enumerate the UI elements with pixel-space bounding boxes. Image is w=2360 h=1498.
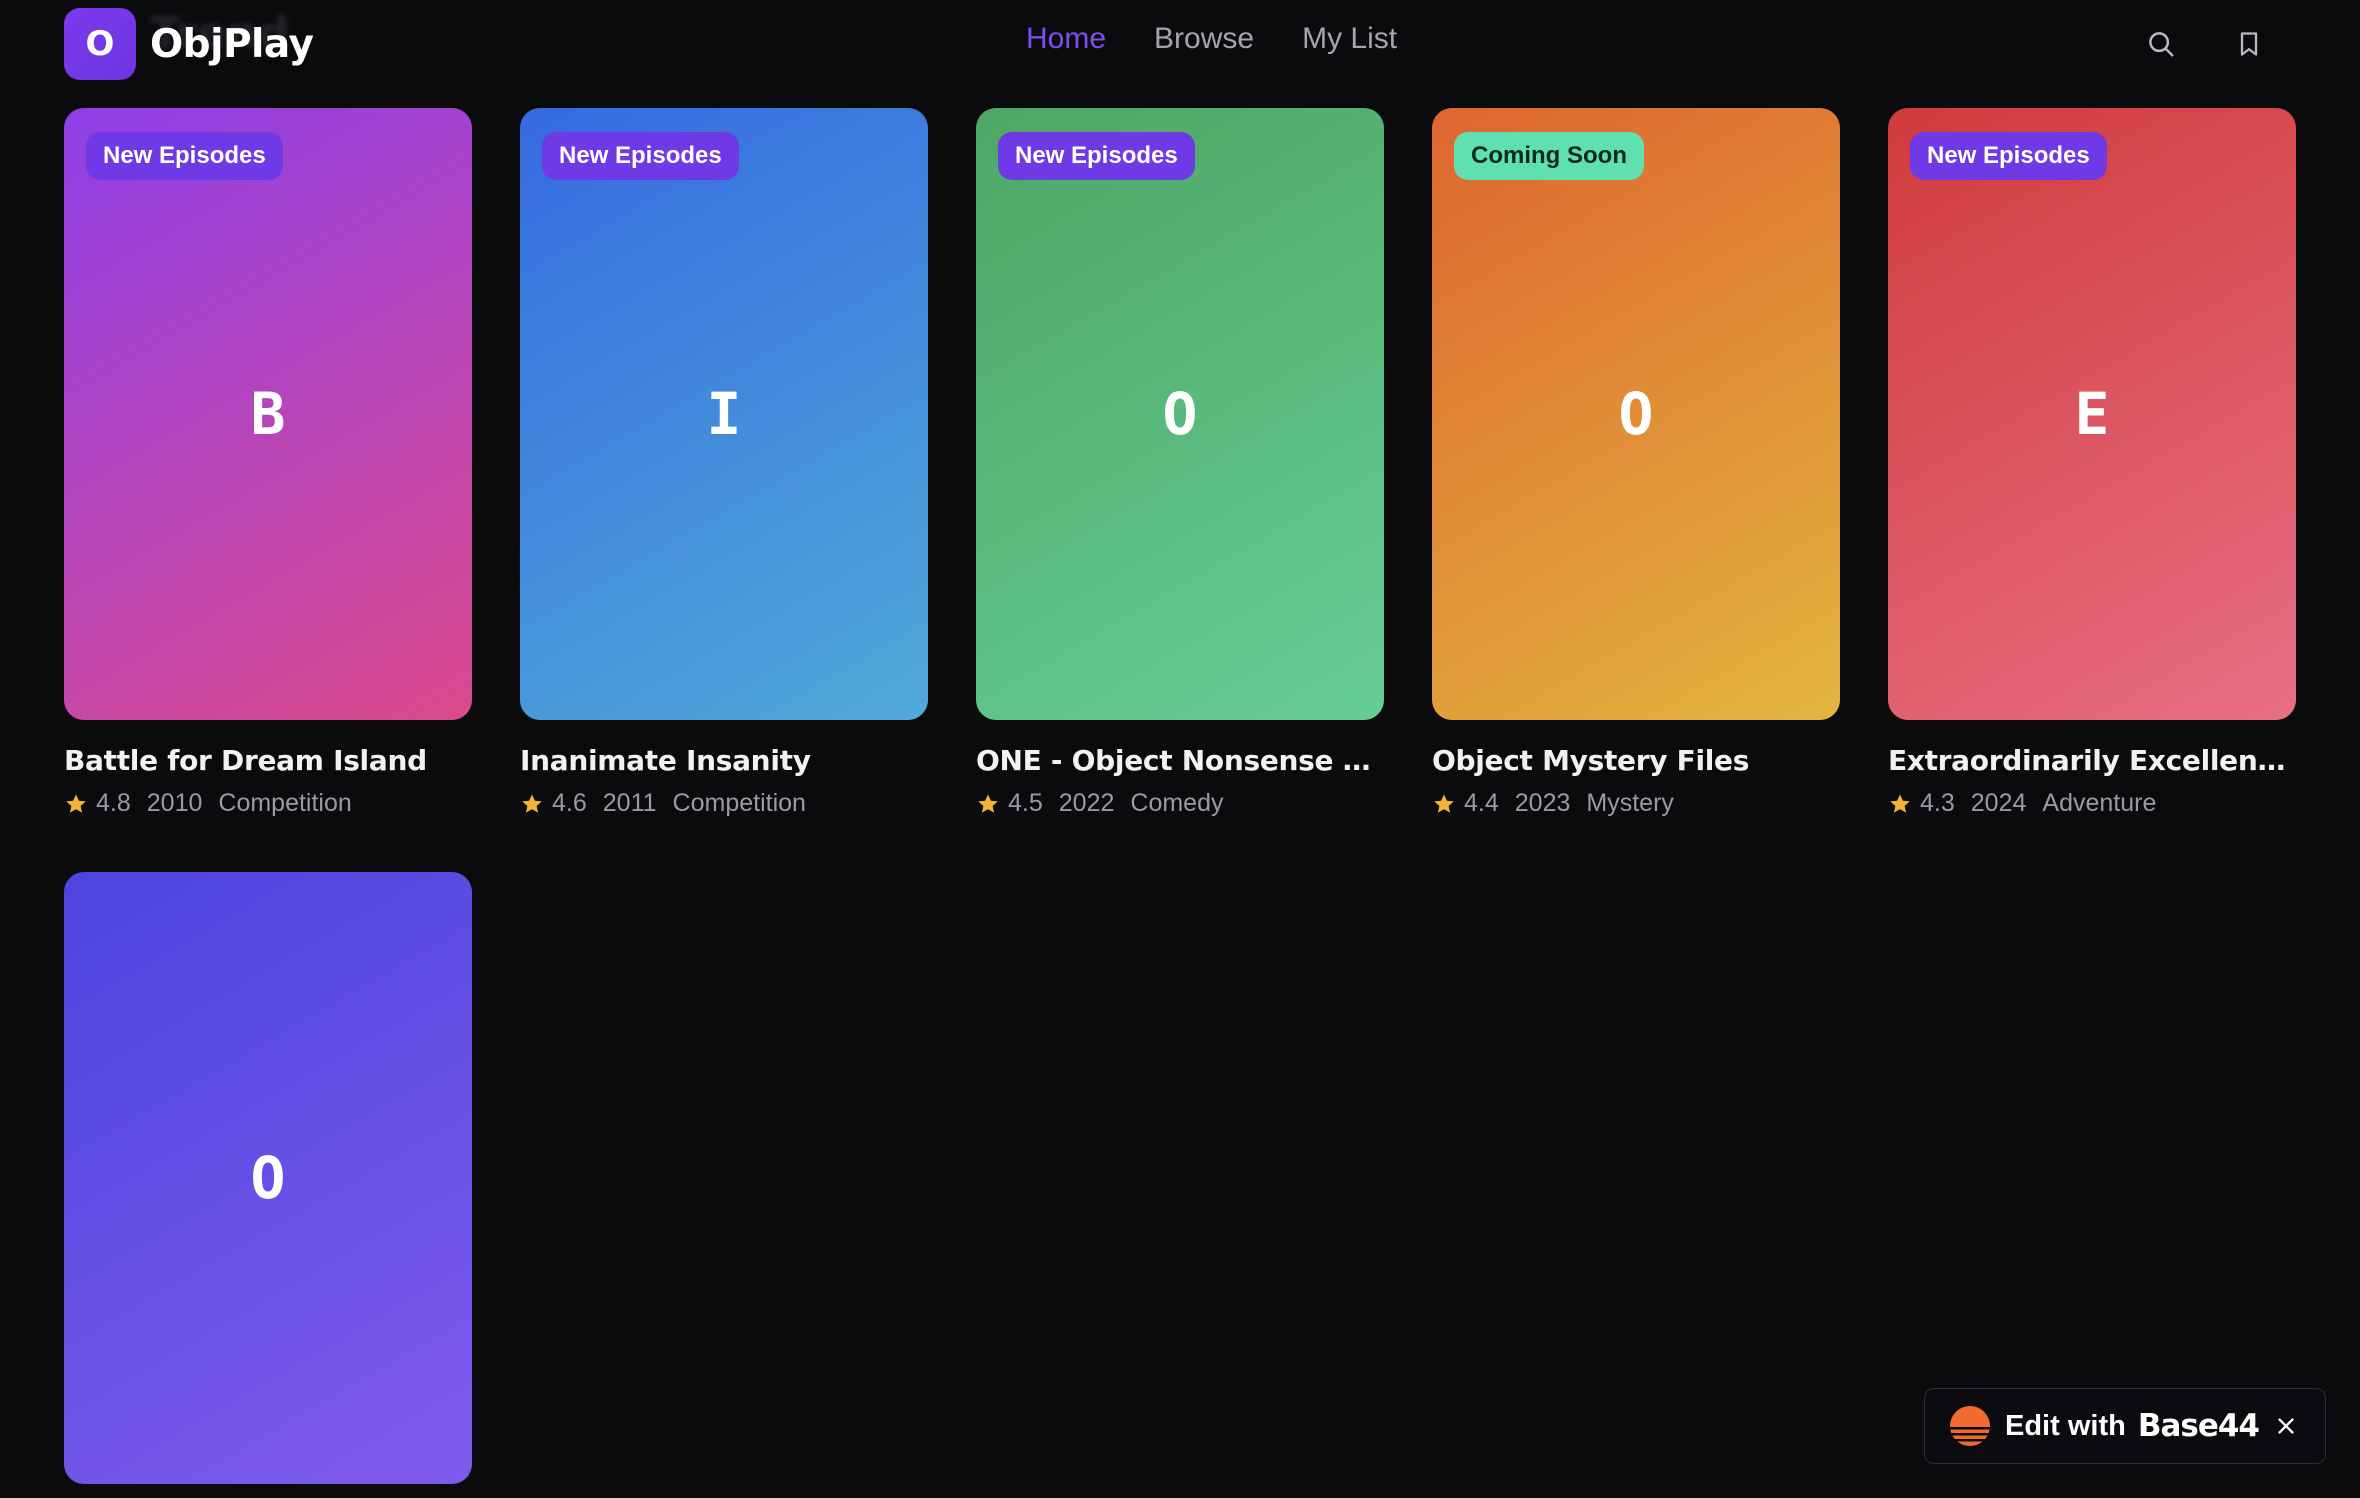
status-badge: New Episodes [998,132,1195,180]
poster-letter: O [250,1144,286,1212]
rating-value: 4.5 [1008,789,1043,817]
main-nav: Home Browse My List [1026,22,1397,56]
nav-browse[interactable]: Browse [1154,22,1254,56]
show-meta: 4.3 2024 Adventure [1888,789,2296,818]
poster-letter: O [1618,380,1654,448]
show-title[interactable]: Battle for Dream Island [64,744,472,777]
show-card[interactable]: O [64,872,472,1484]
show-title[interactable]: Inanimate Insanity [520,744,928,777]
star-icon [522,794,542,813]
rating-value: 4.8 [96,789,131,817]
genre-label: Adventure [2042,789,2157,817]
show-poster[interactable]: Coming Soon O [1432,108,1840,720]
search-button[interactable] [2144,26,2178,62]
show-poster[interactable]: O [64,872,472,1484]
logo[interactable]: O ObjPlay [64,8,314,80]
poster-letter: I [706,380,742,448]
rating-value: 4.6 [552,789,587,817]
show-card[interactable]: New Episodes I Inanimate Insanity 4.6 20… [520,108,928,818]
base44-logo-icon [1950,1406,1990,1446]
genre-label: Competition [218,789,352,817]
show-card[interactable]: Coming Soon O Object Mystery Files 4.4 2… [1432,108,1840,818]
top-nav-bar: Trend O ObjPlay Home Browse My List [0,0,2360,90]
star-icon [1890,794,1910,813]
show-card[interactable]: New Episodes O ONE - Object Nonsense Exp… [976,108,1384,818]
release-year: 2022 [1058,789,1115,817]
release-year: 2023 [1514,789,1571,817]
show-poster[interactable]: New Episodes B [64,108,472,720]
logo-mark: O [64,8,136,80]
release-year: 2011 [602,789,657,817]
show-meta: 4.5 2022 Comedy [976,789,1384,818]
status-badge: New Episodes [86,132,283,180]
star-icon [66,794,86,813]
status-badge: Coming Soon [1454,132,1644,180]
star-icon [1434,794,1454,813]
release-year: 2024 [1970,789,2027,817]
close-icon[interactable] [2275,1415,2297,1437]
show-poster[interactable]: New Episodes O [976,108,1384,720]
genre-label: Mystery [1586,789,1674,817]
search-icon [2149,32,2174,57]
show-card[interactable]: New Episodes B Battle for Dream Island 4… [64,108,472,818]
show-card[interactable]: New Episodes E Extraordinarily Excellent… [1888,108,2296,818]
edit-with-base44-pill[interactable]: Edit with Base44 [1924,1388,2326,1464]
show-poster[interactable]: New Episodes E [1888,108,2296,720]
status-badge: New Episodes [542,132,739,180]
poster-letter: B [250,380,286,448]
show-title[interactable]: Extraordinarily Excellent Ent... [1888,744,2296,777]
edit-with-label: Edit with [2005,1409,2126,1442]
base44-brand: Base44 [2137,1408,2260,1444]
header-actions [2144,26,2266,62]
rating-value: 4.3 [1920,789,1955,817]
release-year: 2010 [146,789,203,817]
nav-home[interactable]: Home [1026,22,1106,56]
show-meta: 4.6 2011 Competition [520,789,928,818]
app-name: ObjPlay [150,21,314,67]
rating-value: 4.4 [1464,789,1499,817]
poster-letter: O [1162,380,1198,448]
genre-label: Competition [672,789,806,817]
show-title[interactable]: ONE - Object Nonsense Expl... [976,744,1384,777]
show-title[interactable]: Object Mystery Files [1432,744,1840,777]
bookmark-icon [2240,32,2258,56]
show-poster[interactable]: New Episodes I [520,108,928,720]
star-icon [978,794,998,813]
poster-letter: E [2074,380,2110,448]
status-badge: New Episodes [1910,132,2107,180]
bookmark-button[interactable] [2232,26,2266,62]
show-meta: 4.4 2023 Mystery [1432,789,1840,818]
genre-label: Comedy [1130,789,1224,817]
show-meta: 4.8 2010 Competition [64,789,472,818]
nav-my-list[interactable]: My List [1302,22,1397,56]
show-grid: New Episodes B Battle for Dream Island 4… [64,108,2296,1484]
